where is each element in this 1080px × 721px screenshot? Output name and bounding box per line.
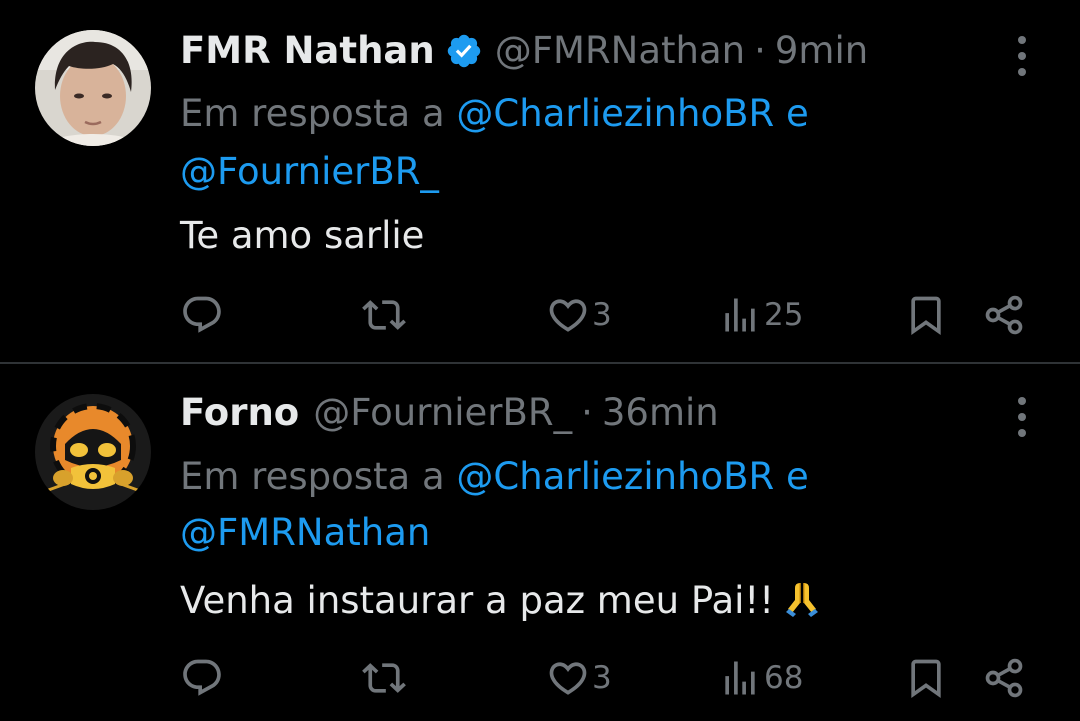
reply-button[interactable]	[180, 290, 224, 340]
display-name[interactable]: Forno	[180, 388, 299, 438]
view-count: 68	[764, 660, 804, 696]
bookmark-button[interactable]	[904, 290, 948, 340]
like-count: 3	[592, 297, 612, 333]
views-chart-icon	[725, 298, 755, 332]
mention-link[interactable]: @FournierBR_	[180, 150, 439, 193]
action-bar: 3 68	[0, 653, 1080, 703]
heart-icon	[549, 662, 587, 695]
repost-icon	[362, 300, 406, 330]
folded-hands-icon	[782, 577, 822, 637]
repost-button[interactable]	[362, 290, 406, 340]
reply-conjunction: e	[786, 455, 809, 498]
timestamp[interactable]: 36min	[602, 388, 719, 438]
tweet-header: FMR Nathan @FMRNathan · 9min	[180, 26, 868, 76]
views-chart-icon	[725, 661, 755, 695]
avatar[interactable]	[35, 30, 151, 146]
user-handle[interactable]: @FMRNathan	[495, 26, 745, 76]
bookmark-icon	[911, 659, 941, 699]
separator: ·	[581, 391, 593, 434]
reply-conjunction: e	[786, 92, 809, 135]
like-button[interactable]: 3	[546, 653, 612, 703]
reply-context: Em resposta a @CharliezinhoBR e	[180, 84, 809, 144]
mention-link[interactable]: @CharliezinhoBR	[456, 92, 774, 135]
reply-context-line2: @FMRNathan	[180, 503, 430, 563]
tweet-text: Te amo sarlie	[180, 214, 425, 257]
share-icon	[985, 295, 1023, 335]
reply-icon	[183, 296, 221, 333]
share-icon	[985, 658, 1023, 698]
tweet[interactable]: Forno @FournierBR_ · 36min Em resposta a…	[0, 364, 1080, 721]
reply-context: Em resposta a @CharliezinhoBR e	[180, 447, 809, 507]
reply-icon	[183, 659, 221, 696]
repost-icon	[362, 663, 406, 693]
avatar[interactable]	[35, 394, 151, 510]
like-button[interactable]: 3	[546, 290, 612, 340]
view-count: 25	[764, 297, 804, 333]
reply-context-line2: @FournierBR_	[180, 142, 439, 202]
more-options-icon[interactable]	[1008, 397, 1036, 437]
repost-button[interactable]	[362, 653, 406, 703]
mention-link[interactable]: @FMRNathan	[180, 511, 430, 554]
reply-prefix: Em resposta a	[180, 455, 445, 498]
heart-icon	[549, 299, 587, 332]
bookmark-button[interactable]	[904, 653, 948, 703]
share-button[interactable]	[982, 653, 1026, 703]
tweet[interactable]: FMR Nathan @FMRNathan · 9min Em resposta…	[0, 0, 1080, 362]
views-button[interactable]: 68	[718, 653, 803, 703]
tweet-text: Venha instaurar a paz meu Pai!!	[180, 579, 775, 622]
views-button[interactable]: 25	[718, 290, 803, 340]
verified-badge-icon	[445, 32, 483, 70]
user-handle[interactable]: @FournierBR_	[313, 388, 572, 438]
timestamp[interactable]: 9min	[775, 26, 868, 76]
reply-button[interactable]	[180, 653, 224, 703]
display-name[interactable]: FMR Nathan	[180, 26, 435, 76]
action-bar: 3 25	[0, 290, 1080, 340]
bookmark-icon	[911, 296, 941, 336]
more-options-icon[interactable]	[1008, 36, 1036, 76]
separator: ·	[754, 29, 766, 72]
mention-link[interactable]: @CharliezinhoBR	[456, 455, 774, 498]
share-button[interactable]	[982, 290, 1026, 340]
reply-prefix: Em resposta a	[180, 92, 445, 135]
tweet-header: Forno @FournierBR_ · 36min	[180, 388, 719, 438]
like-count: 3	[592, 660, 612, 696]
tweet-text-container: Venha instaurar a paz meu Pai!!	[180, 571, 822, 637]
